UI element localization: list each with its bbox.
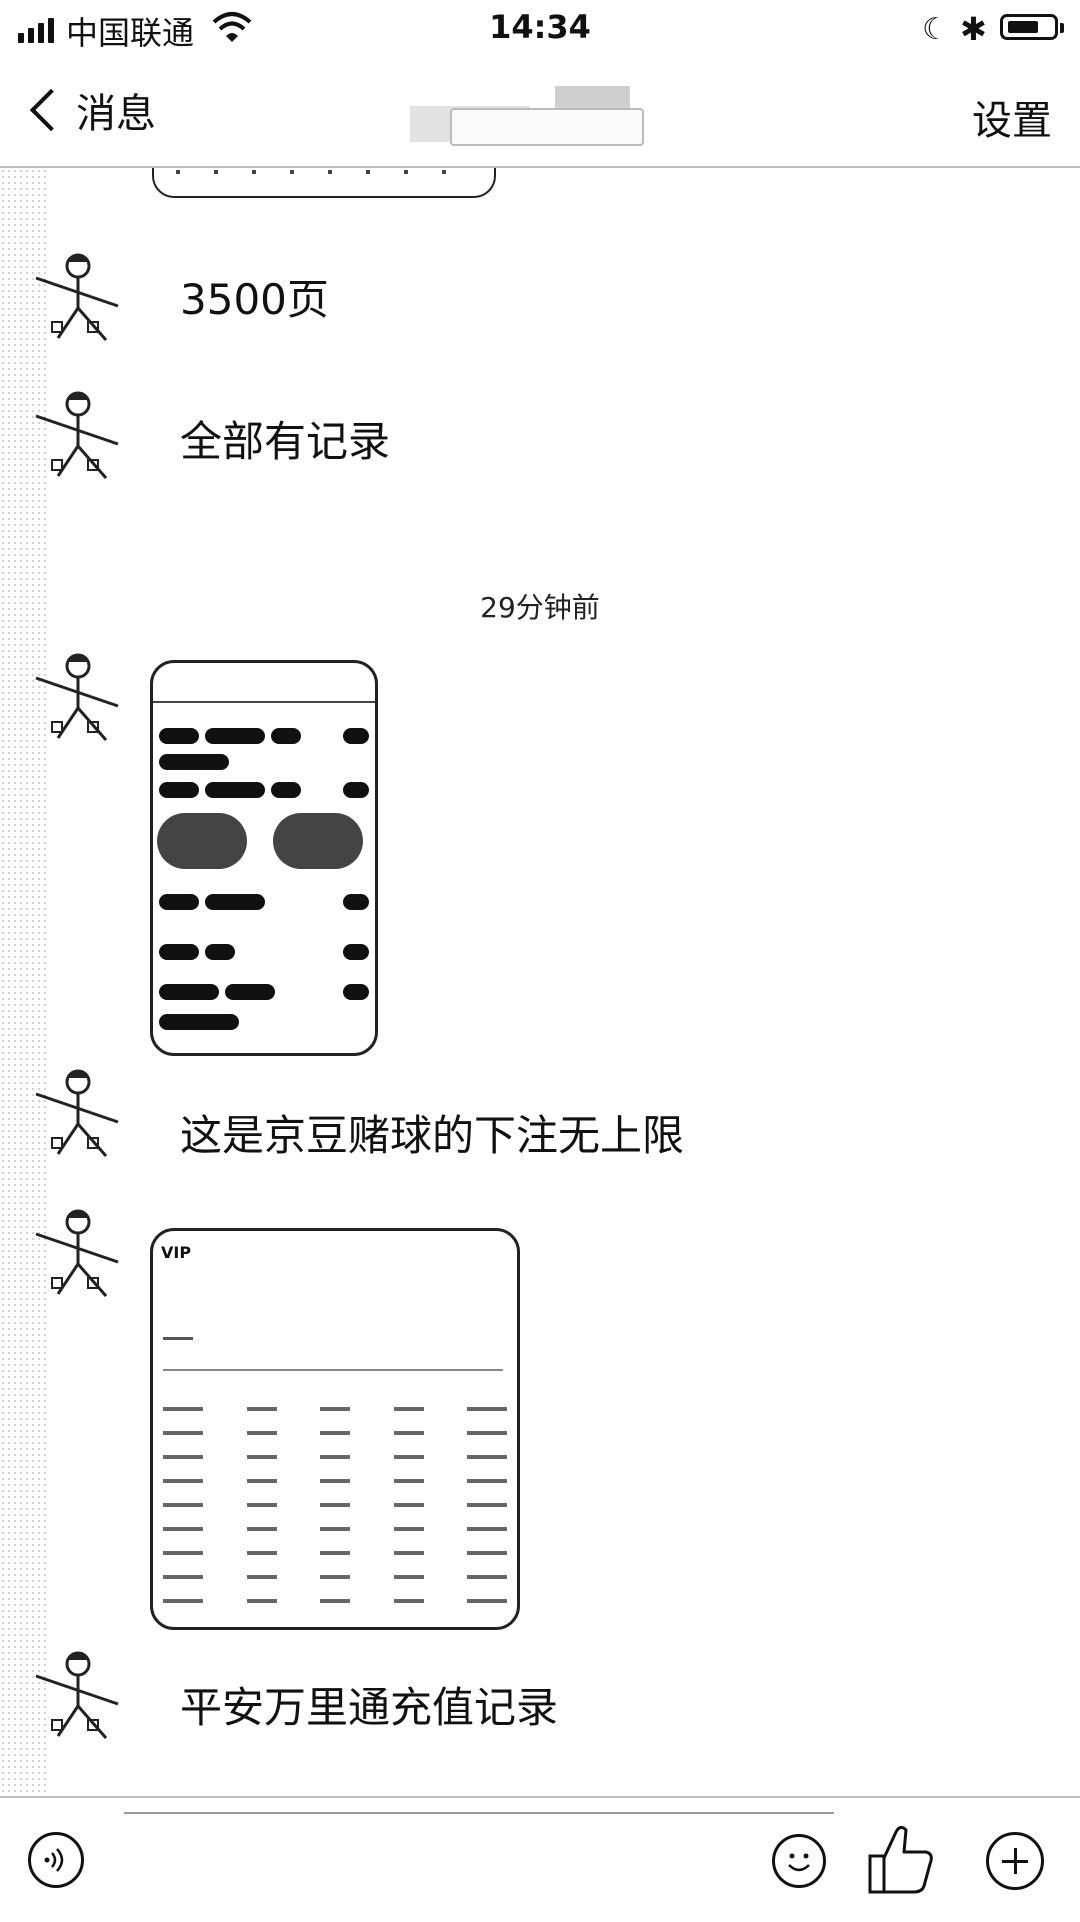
bluetooth-icon: ✱ [960,10,987,48]
plus-icon[interactable] [986,1832,1044,1890]
avatar[interactable] [28,648,124,748]
avatar[interactable] [28,1646,124,1746]
status-bar: 中国联通 14:34 ☾ ✱ [0,0,1080,56]
avatar[interactable] [28,1064,124,1164]
avatar[interactable] [28,386,124,486]
message-input[interactable] [124,1812,834,1814]
message-text[interactable]: 平安万里通充值记录 [180,1680,558,1736]
message-text[interactable]: 全部有记录 [180,414,390,470]
nav-bar: 消息 设置 [0,56,1080,168]
previous-message-bubble[interactable] [152,168,496,198]
avatar[interactable] [28,1204,124,1304]
message-timestamp: 29分钟前 [480,591,600,624]
moon-icon: ☾ [922,12,949,47]
image-message-phone-screenshot[interactable] [150,660,378,1056]
voice-icon[interactable] [28,1832,84,1888]
emoji-icon[interactable] [772,1834,826,1888]
message-text[interactable]: 3500页 [180,272,329,328]
image-logo-text: VIP [161,1243,192,1262]
battery-icon [1000,14,1064,40]
back-label: 消息 [76,91,156,137]
avatar[interactable] [28,248,124,348]
settings-button[interactable]: 设置 [972,88,1052,146]
image-message-table-screenshot[interactable]: VIP [150,1228,520,1630]
chevron-left-icon [29,88,73,132]
thumbs-up-icon[interactable] [866,1822,936,1896]
status-time: 14:34 [489,8,591,46]
chat-area[interactable]: 3500页 全部有记录 29分钟前 这是京豆赌球的下注无上限 VIP 平安万里通… [0,168,1080,1796]
message-text[interactable]: 这是京豆赌球的下注无上限 [180,1108,684,1164]
back-button[interactable]: 消息 [24,80,156,140]
chat-title-redacted [410,78,680,148]
input-toolbar [0,1796,1080,1922]
